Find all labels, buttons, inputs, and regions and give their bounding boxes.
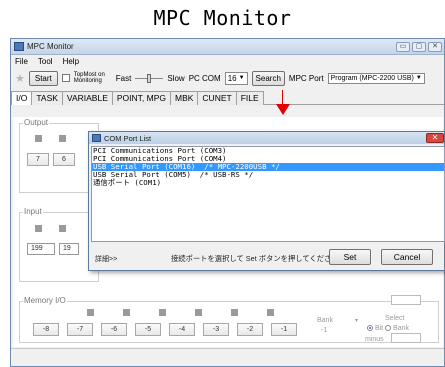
set-button[interactable]: Set [329, 249, 371, 265]
details-toggle[interactable]: 詳細>> [95, 254, 117, 264]
bank-value: -1 [321, 327, 328, 334]
memory-led [87, 309, 94, 316]
tab-io[interactable]: I/O [11, 91, 33, 105]
fast-label: Fast [115, 73, 132, 83]
start-button[interactable]: Start [28, 70, 58, 86]
menu-file[interactable]: File [15, 57, 28, 66]
dialog-titlebar: COM Port List ✕ [89, 132, 444, 144]
input-led [59, 225, 66, 232]
tab-variable[interactable]: VARIABLE [61, 91, 113, 105]
bank-radio-label: Bank [393, 325, 409, 332]
output-bit-button[interactable]: 7 [27, 153, 49, 166]
bit-radio[interactable] [367, 325, 373, 332]
memory-bit-button[interactable]: -4 [169, 323, 195, 336]
minus-field[interactable] [391, 333, 421, 343]
input-led [35, 225, 42, 232]
list-item[interactable]: 通信ポート (COM1) [92, 179, 444, 187]
memory-led [267, 309, 274, 316]
input-address-field[interactable]: 19 [59, 243, 79, 255]
memory-bit-button[interactable]: -7 [67, 323, 93, 336]
cancel-button[interactable]: Cancel [381, 249, 433, 265]
com-port-dialog: COM Port List ✕ PCI Communications Port … [88, 131, 445, 271]
memory-bit-button[interactable]: -1 [271, 323, 297, 336]
minimize-button[interactable]: ▭ [396, 41, 410, 52]
memory-bit-button[interactable]: -3 [203, 323, 229, 336]
scroll-down-icon[interactable]: ▾ [355, 317, 358, 324]
dialog-hint: 接続ポートを選択して Set ボタンを押してください。 [171, 254, 346, 263]
bank-field[interactable] [391, 295, 421, 305]
memory-led [123, 309, 130, 316]
output-group-label: Output [23, 118, 50, 127]
pc-com-value: 16 [227, 73, 237, 83]
search-button[interactable]: Search [251, 70, 285, 86]
memory-led [231, 309, 238, 316]
pc-com-select[interactable]: 16 ▼ [224, 71, 248, 85]
bit-radio-group: Bit Bank [367, 325, 409, 332]
slider-thumb[interactable] [147, 74, 152, 83]
com-port-list[interactable]: PCI Communications Port (COM3) PCI Commu… [91, 146, 445, 242]
topmost-label: TopMost on Monitoring [73, 72, 105, 84]
tab-task[interactable]: TASK [31, 91, 63, 105]
menubar: File Tool Help [11, 55, 444, 67]
dialog-title: COM Port List [104, 133, 152, 143]
output-led [35, 135, 42, 142]
dialog-close-button[interactable]: ✕ [426, 133, 444, 143]
select-label: Select [385, 315, 405, 322]
output-led [59, 135, 66, 142]
pc-com-label: PC COM [188, 73, 221, 83]
chevron-down-icon: ▼ [238, 75, 245, 81]
bank-label: Bank [317, 317, 333, 324]
maximize-button[interactable]: ▢ [412, 41, 426, 52]
memory-bit-button[interactable]: -2 [237, 323, 263, 336]
tab-bar: I/O TASK VARIABLE POINT, MPG MBK CUNET F… [11, 91, 444, 105]
minus-label: minus [365, 336, 384, 343]
window-title: MPC Monitor [27, 42, 74, 51]
dialog-footer: 詳細>> 接続ポートを選択して Set ボタンを押してください。 Set Can… [89, 245, 444, 271]
page-title: MPC Monitor [153, 6, 292, 30]
input-address-field[interactable]: 199 [27, 243, 55, 255]
arrow-indicator-head [276, 104, 290, 115]
output-bit-button[interactable]: 6 [53, 153, 75, 166]
memory-led [195, 309, 202, 316]
memory-led [159, 309, 166, 316]
toolbar: ★ Start TopMost on Monitoring Fast Slow … [11, 67, 444, 89]
mpc-port-label: MPC Port [288, 73, 324, 83]
status-bar [11, 348, 444, 366]
menu-help[interactable]: Help [63, 57, 79, 66]
bit-radio-label: Bit [374, 325, 384, 332]
tab-mbk[interactable]: MBK [170, 91, 199, 105]
memory-bit-button[interactable]: -6 [101, 323, 127, 336]
mpc-port-select[interactable]: Program (MPC-2200 USB) ▼ [327, 72, 425, 84]
memory-bit-button[interactable]: -5 [135, 323, 161, 336]
mpc-port-value: Program (MPC-2200 USB) [330, 74, 414, 82]
close-button[interactable]: ✕ [428, 41, 442, 52]
tab-point-mpg[interactable]: POINT, MPG [111, 91, 171, 105]
speed-slider[interactable] [135, 74, 164, 83]
memory-bit-button[interactable]: -8 [33, 323, 59, 336]
app-icon [14, 42, 24, 51]
dialog-app-icon [92, 134, 101, 142]
menu-tool[interactable]: Tool [38, 57, 53, 66]
slow-label: Slow [167, 73, 185, 83]
topmost-checkbox[interactable] [61, 74, 70, 82]
chevron-down-icon: ▼ [415, 75, 422, 81]
bank-radio[interactable] [385, 325, 392, 332]
memory-group-label: Memory I/O [23, 296, 67, 305]
window-titlebar: MPC Monitor ▭ ▢ ✕ [11, 39, 444, 55]
tab-file[interactable]: FILE [235, 91, 264, 105]
tab-cunet[interactable]: CUNET [197, 91, 237, 105]
input-group-label: Input [23, 207, 43, 216]
favorite-star-icon[interactable]: ★ [15, 72, 25, 85]
